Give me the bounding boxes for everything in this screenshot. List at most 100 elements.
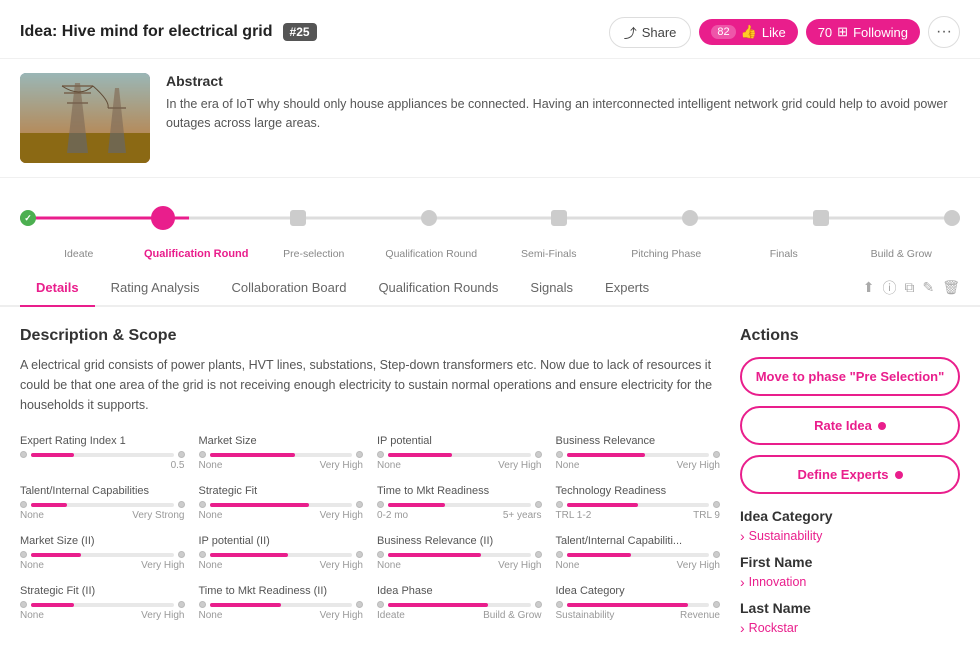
metric-dot-end	[535, 551, 542, 558]
content-left: Description & Scope A electrical grid co…	[20, 327, 720, 638]
metric-dot-end	[713, 501, 720, 508]
experts-dot	[895, 471, 903, 479]
metric-item: Idea Phase Ideate Build & Grow	[377, 585, 542, 621]
metric-dot-start	[556, 501, 563, 508]
tab-details[interactable]: Details	[20, 270, 95, 307]
tab-experts[interactable]: Experts	[589, 270, 665, 307]
first-name-value: Innovation	[740, 574, 960, 590]
first-name-title: First Name	[740, 554, 960, 570]
idea-badge: #25	[283, 23, 317, 41]
metric-item: Expert Rating Index 1 0.5	[20, 435, 185, 471]
define-experts-button[interactable]: Define Experts	[740, 455, 960, 494]
tab-qualification-rounds[interactable]: Qualification Rounds	[362, 270, 514, 307]
abstract-title: Abstract	[166, 73, 960, 89]
metric-item: Idea Category Sustainability Revenue	[556, 585, 721, 621]
metric-dot-end	[535, 501, 542, 508]
edit-icon[interactable]: ✎	[922, 279, 934, 296]
metric-item: Talent/Internal Capabilities None Very S…	[20, 485, 185, 521]
metric-dot-start	[199, 551, 206, 558]
metric-dot-end	[356, 551, 363, 558]
metric-dot-start	[377, 551, 384, 558]
metric-dot-start	[556, 451, 563, 458]
following-button[interactable]: 70 ⊞ Following	[806, 19, 920, 45]
description-title: Description & Scope	[20, 327, 720, 345]
step-label-preselection: Pre-selection	[255, 248, 373, 260]
metric-dot-start	[199, 601, 206, 608]
metric-dot-end	[535, 451, 542, 458]
step-label-semifinals: Semi-Finals	[490, 248, 608, 260]
abstract-image	[20, 73, 150, 163]
content-right: Actions Move to phase "Pre Selection" Ra…	[740, 327, 960, 638]
metric-dot-end	[713, 551, 720, 558]
progress-section: Ideate Qualification Round Pre-selection…	[0, 178, 980, 270]
like-button[interactable]: 82 👍 Like	[699, 19, 797, 45]
tab-collaboration-board[interactable]: Collaboration Board	[216, 270, 363, 307]
more-button[interactable]: ···	[928, 16, 960, 48]
abstract-section: Abstract In the era of IoT why should on…	[0, 59, 980, 178]
metric-dot-end	[178, 601, 185, 608]
step-finals[interactable]	[813, 210, 829, 226]
thumbs-up-icon: 👍	[741, 24, 757, 40]
share-button[interactable]: ⤴ Share	[609, 17, 692, 48]
tab-signals[interactable]: Signals	[514, 270, 589, 307]
step-label-qualification: Qualification Round	[138, 248, 256, 260]
metric-dot-end	[178, 551, 185, 558]
step-pitching[interactable]	[682, 210, 698, 226]
metric-item: Market Size (II) None Very High	[20, 535, 185, 571]
metric-dot-end	[713, 451, 720, 458]
metric-item: Strategic Fit (II) None Very High	[20, 585, 185, 621]
metric-item: IP potential None Very High	[377, 435, 542, 471]
copy-icon[interactable]: ⧉	[904, 279, 914, 296]
info-icon[interactable]: ⓘ	[882, 278, 896, 298]
idea-category-title: Idea Category	[740, 508, 960, 524]
step-buildgrow[interactable]	[944, 210, 960, 226]
metric-dot-end	[178, 501, 185, 508]
move-phase-button[interactable]: Move to phase "Pre Selection"	[740, 357, 960, 396]
last-name-value: Rockstar	[740, 620, 960, 636]
step-label-finals: Finals	[725, 248, 843, 260]
rate-idea-button[interactable]: Rate Idea	[740, 406, 960, 445]
metric-item: Strategic Fit None Very High	[199, 485, 364, 521]
step-ideate[interactable]	[20, 210, 36, 226]
metric-dot-end	[356, 501, 363, 508]
step-preselection[interactable]	[290, 210, 306, 226]
metric-dot-end	[356, 451, 363, 458]
metric-dot-start	[556, 601, 563, 608]
step-qualification-round-2[interactable]	[421, 210, 437, 226]
actions-title: Actions	[740, 327, 960, 345]
tabs-section: Details Rating Analysis Collaboration Bo…	[0, 270, 980, 307]
metric-item: Business Relevance None Very High	[556, 435, 721, 471]
metric-dot-start	[20, 551, 27, 558]
upload-icon[interactable]: ⬆	[863, 279, 875, 296]
like-count: 82	[711, 25, 735, 39]
step-qualification-round[interactable]	[151, 206, 175, 230]
metric-item: Time to Mkt Readiness (II) None Very Hig…	[199, 585, 364, 621]
delete-icon[interactable]: 🗑	[942, 279, 960, 296]
step-label-pitching: Pitching Phase	[608, 248, 726, 260]
step-label-ideate: Ideate	[20, 248, 138, 260]
rate-dot	[878, 422, 886, 430]
idea-category-value: Sustainability	[740, 528, 960, 544]
step-label-buildgrow: Build & Grow	[843, 248, 961, 260]
page-title: Idea: Hive mind for electrical grid	[20, 23, 273, 41]
metric-dot-end	[178, 451, 185, 458]
metric-item: Time to Mkt Readiness 0-2 mo 5+ years	[377, 485, 542, 521]
metric-item: IP potential (II) None Very High	[199, 535, 364, 571]
metric-item: Talent/Internal Capabiliti... None Very …	[556, 535, 721, 571]
tab-rating-analysis[interactable]: Rating Analysis	[95, 270, 216, 307]
abstract-text: In the era of IoT why should only house …	[166, 95, 960, 133]
metric-dot-start	[556, 551, 563, 558]
metric-dot-end	[535, 601, 542, 608]
metric-dot-start	[377, 601, 384, 608]
main-content: Description & Scope A electrical grid co…	[0, 307, 980, 658]
metric-dot-start	[20, 601, 27, 608]
step-semifinals[interactable]	[551, 210, 567, 226]
metric-dot-start	[20, 451, 27, 458]
page-header: Idea: Hive mind for electrical grid #25 …	[0, 0, 980, 59]
metric-dot-end	[713, 601, 720, 608]
last-name-title: Last Name	[740, 600, 960, 616]
metrics-grid: Expert Rating Index 1 0.5 Market Size	[20, 435, 720, 621]
description-text: A electrical grid consists of power plan…	[20, 355, 720, 415]
metric-item: Technology Readiness TRL 1-2 TRL 9	[556, 485, 721, 521]
step-label-qualification2: Qualification Round	[373, 248, 491, 260]
